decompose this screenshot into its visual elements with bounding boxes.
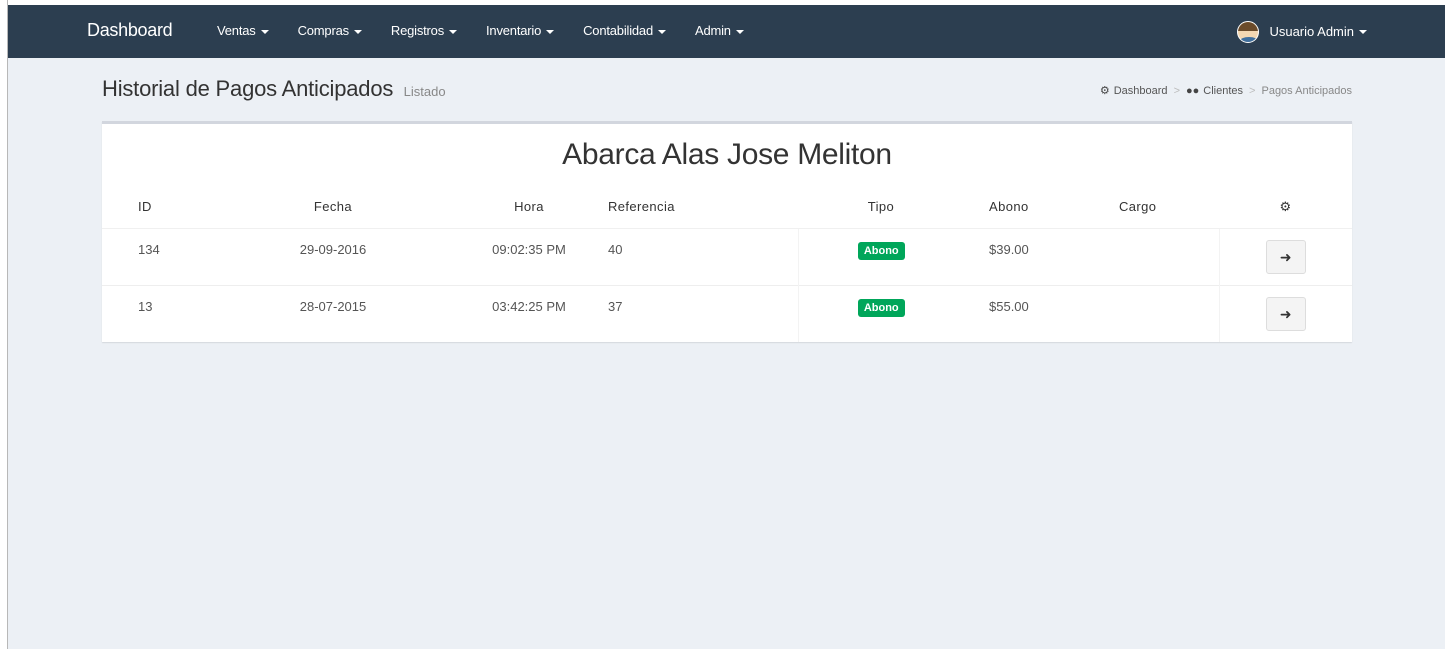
table-header-row: ID Fecha Hora Referencia Tipo Abono Carg… [102,186,1352,229]
nav-menu-admin[interactable]: Admin [695,5,744,58]
cell-hora: 03:42:25 PM [453,284,605,342]
cell-abono: $55.00 [964,284,1091,342]
view-payment-button[interactable]: ➜ [1265,239,1306,274]
arrow-right-icon: ➜ [1279,248,1292,265]
cell-id: 13 [102,284,213,342]
cell-referencia: 40 [605,227,798,285]
payments-table: ID Fecha Hora Referencia Tipo Abono Carg… [102,186,1352,342]
page-title: Historial de Pagos Anticipados [102,76,394,101]
caret-down-icon [657,29,666,34]
cell-hora: 09:02:35 PM [453,227,605,285]
view-payment-button[interactable]: ➜ [1265,296,1306,331]
breadcrumb-current: Pagos Anticipados [1261,84,1352,97]
table-row: 13 28-07-2015 03:42:25 PM 37 Abono $55.0… [102,284,1352,342]
breadcrumb: ⚙ Dashboard > ●● Clientes > Pagos Anticipa… [1099,84,1352,98]
cell-referencia: 37 [605,284,798,342]
breadcrumb-label: Clientes [1203,84,1244,97]
arrow-right-icon: ➜ [1279,305,1292,322]
nav-menu-compras[interactable]: Compras [298,5,362,58]
breadcrumb-dashboard[interactable]: ⚙ Dashboard [1099,84,1168,98]
cell-actions: ➜ [1218,227,1352,285]
window-left-edge [0,0,8,649]
nav-menu: Ventas Compras Registros Inventario Cont… [217,5,773,58]
nav-menu-label: Admin [694,23,731,38]
dashboard-icon: ⚙ [1099,85,1110,97]
client-name: Abarca Alas Jose Meliton [562,138,892,171]
column-header-tipo: Tipo [798,186,964,229]
table-row: 134 29-09-2016 09:02:35 PM 40 Abono $39.… [102,227,1352,285]
column-header-referencia: Referencia [605,186,798,229]
cell-abono: $39.00 [964,227,1091,285]
caret-down-icon [260,29,269,34]
caret-down-icon [449,29,458,34]
users-icon: ●● [1186,84,1200,97]
caret-down-icon [546,29,555,34]
cell-fecha: 29-09-2016 [213,227,453,285]
brand-link[interactable]: Dashboard [87,5,173,58]
content-header: Historial de Pagos Anticipados Listado ⚙… [102,76,1352,108]
user-menu[interactable]: Usuario Admin [1237,5,1367,58]
column-header-fecha: Fecha [213,186,453,229]
status-badge: Abono [857,241,905,260]
nav-menu-label: Registros [390,23,445,38]
caret-down-icon [735,29,744,34]
cell-cargo [1091,227,1219,285]
cell-cargo [1091,284,1219,342]
nav-menu-label: Compras [297,23,350,38]
breadcrumb-separator: > [1173,84,1180,97]
window-right-edge [1445,0,1451,649]
top-navbar: Dashboard Ventas Compras Registros Inven… [8,5,1445,58]
cell-tipo: Abono [797,284,964,342]
nav-menu-ventas[interactable]: Ventas [217,5,269,58]
column-header-id: ID [102,186,213,229]
column-header-actions: ⚙ [1219,186,1352,229]
nav-menu-label: Inventario [486,23,542,38]
breadcrumb-label: Dashboard [1113,84,1168,97]
cell-id: 134 [102,227,213,285]
payments-box: Abarca Alas Jose Meliton ID Fecha Hora R… [102,121,1352,342]
nav-menu-label: Contabilidad [583,23,653,38]
avatar [1237,20,1260,43]
column-header-abono: Abono [964,186,1091,229]
page-subtitle: Listado [403,84,446,99]
breadcrumb-clientes[interactable]: ●● Clientes [1186,85,1243,97]
cell-tipo: Abono [797,227,964,285]
cell-actions: ➜ [1218,284,1352,342]
caret-down-icon [353,29,362,34]
column-header-hora: Hora [453,186,605,229]
gear-icon: ⚙ [1279,198,1292,214]
nav-menu-inventario[interactable]: Inventario [486,5,555,58]
column-header-cargo: Cargo [1091,186,1219,229]
caret-down-icon [1359,29,1367,34]
cell-fecha: 28-07-2015 [213,284,453,342]
breadcrumb-separator: > [1249,84,1256,97]
status-badge: Abono [857,298,905,317]
nav-menu-label: Ventas [217,23,256,38]
nav-menu-registros[interactable]: Registros [390,5,458,58]
nav-menu-contabilidad[interactable]: Contabilidad [583,5,666,58]
user-name: Usuario Admin [1269,24,1354,39]
